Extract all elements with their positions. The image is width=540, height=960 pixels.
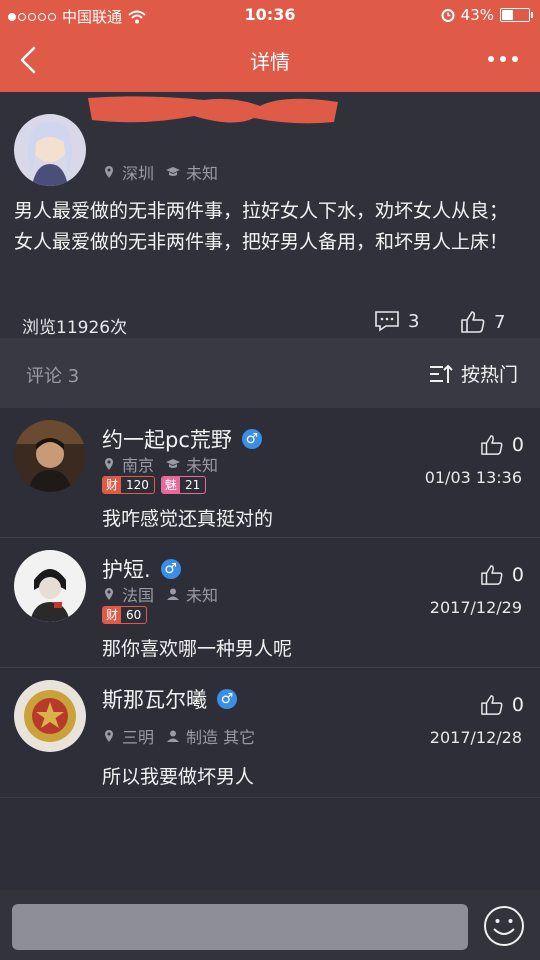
comment-like-button[interactable]: 0 xyxy=(480,694,524,716)
post-card: 深圳 未知 男人最爱做的无非两件事，拉好女人下水，劝坏女人从良；女人最爱做的无非… xyxy=(0,92,540,338)
comment-time: 01/03 13:36 xyxy=(424,468,522,487)
commenter-name[interactable]: 约一起pc荒野 ♂ xyxy=(102,424,262,454)
thumbs-up-icon xyxy=(481,565,503,585)
comment-stat[interactable]: 3 xyxy=(374,310,419,332)
commenter-tag: 制造 其它 xyxy=(186,728,256,747)
commenter-location: 南京 xyxy=(122,456,155,475)
post-education: 未知 xyxy=(186,164,219,183)
comment-text: 所以我要做坏男人 xyxy=(102,766,255,788)
thumbs-up-icon xyxy=(481,695,503,715)
comment-like-count: 0 xyxy=(511,694,524,716)
wealth-badge: 财 60 xyxy=(102,606,148,624)
top-bar: 中国联通 10:36 43% 详情 xyxy=(0,0,540,92)
charm-badge: 魅 21 xyxy=(160,476,207,494)
commenter-meta: 南京 未知 xyxy=(102,452,218,476)
commenter-avatar[interactable] xyxy=(14,550,86,622)
thumbs-up-icon xyxy=(481,435,503,455)
commenter-name-text: 护短. xyxy=(102,558,151,582)
comment-time: 2017/12/29 xyxy=(429,598,522,617)
commenter-meta: 法国 未知 xyxy=(102,582,218,606)
like-stat[interactable]: 7 xyxy=(460,310,505,334)
location-icon xyxy=(105,588,113,600)
comment-item: 护短. ♂ 法国 未知 财 60 那你喜欢哪一种男人呢 0 2017/12/29 xyxy=(0,538,540,668)
comment-item: 斯那瓦尔曦 ♂ 三明 制造 其它 所以我要做坏男人 0 2017/12/28 xyxy=(0,668,540,798)
post-author-avatar[interactable] xyxy=(14,114,86,186)
male-gender-icon: ♂ xyxy=(241,429,262,449)
location-icon xyxy=(105,166,113,178)
alarm-icon xyxy=(441,9,455,22)
battery-icon xyxy=(500,8,533,22)
comment-icon xyxy=(375,311,399,332)
post-text: 男人最爱做的无非两件事，拉好女人下水，劝坏女人从良；女人最爱做的无非两件事，把好… xyxy=(14,200,509,253)
comment-input[interactable] xyxy=(12,904,468,950)
comments-header: 评论 3 按热门 xyxy=(0,338,540,408)
comment-text: 我咋感觉还真挺对的 xyxy=(102,508,274,530)
commenter-location: 法国 xyxy=(122,586,155,605)
like-count: 7 xyxy=(494,311,506,333)
comment-like-button[interactable]: 0 xyxy=(480,564,524,586)
comment-item: 约一起pc荒野 ♂ 南京 未知 财 120 魅 21 我咋感觉还真挺对的 0 01/… xyxy=(0,408,540,538)
male-gender-icon: ♂ xyxy=(217,689,237,709)
commenter-name-text: 约一起pc荒野 xyxy=(102,428,232,452)
commenter-tag: 未知 xyxy=(186,456,219,475)
comments-count-label: 评论 3 xyxy=(26,366,80,387)
page-title: 详情 xyxy=(250,50,290,74)
redaction-scribble xyxy=(88,96,338,124)
thumbs-up-icon xyxy=(461,311,485,333)
post-author-meta: 深圳 未知 xyxy=(102,160,218,184)
status-bar: 中国联通 10:36 43% xyxy=(0,0,540,30)
commenter-location: 三明 xyxy=(122,728,155,747)
commenter-tag: 未知 xyxy=(186,586,219,605)
graduation-cap-icon xyxy=(166,459,181,468)
graduation-cap-icon xyxy=(166,167,181,176)
person-icon xyxy=(167,730,180,742)
location-icon xyxy=(105,730,113,742)
commenter-badges: 财 60 xyxy=(102,606,148,624)
sort-label: 按热门 xyxy=(460,364,518,386)
location-icon xyxy=(105,458,113,470)
commenter-name[interactable]: 斯那瓦尔曦 ♂ xyxy=(102,684,237,714)
sort-icon xyxy=(429,364,453,383)
comment-input-bar xyxy=(0,890,540,960)
commenter-avatar[interactable] xyxy=(14,680,86,752)
person-icon xyxy=(167,588,180,600)
view-count: 浏览11926次 xyxy=(22,318,128,338)
comment-count: 3 xyxy=(408,310,420,332)
post-location: 深圳 xyxy=(122,164,155,183)
commenter-badges: 财 120 魅 21 xyxy=(102,476,207,494)
status-right: 43% xyxy=(441,6,533,24)
commenter-name[interactable]: 护短. ♂ xyxy=(102,554,181,584)
battery-percent: 43% xyxy=(460,6,494,24)
emoji-button[interactable] xyxy=(482,904,526,948)
commenter-meta: 三明 制造 其它 xyxy=(102,724,255,748)
comment-like-count: 0 xyxy=(511,564,524,586)
commenter-avatar[interactable] xyxy=(14,420,86,492)
sort-by-hot-button[interactable]: 按热门 xyxy=(429,360,518,387)
comment-text: 那你喜欢哪一种男人呢 xyxy=(102,638,293,660)
comment-like-count: 0 xyxy=(511,434,524,456)
comment-like-button[interactable]: 0 xyxy=(480,434,524,456)
commenter-name-text: 斯那瓦尔曦 xyxy=(102,688,207,712)
more-options-button[interactable] xyxy=(488,56,518,62)
wealth-badge: 财 120 xyxy=(102,476,155,494)
comment-time: 2017/12/28 xyxy=(429,728,522,747)
male-gender-icon: ♂ xyxy=(160,559,181,579)
nav-bar: 详情 xyxy=(0,30,540,92)
